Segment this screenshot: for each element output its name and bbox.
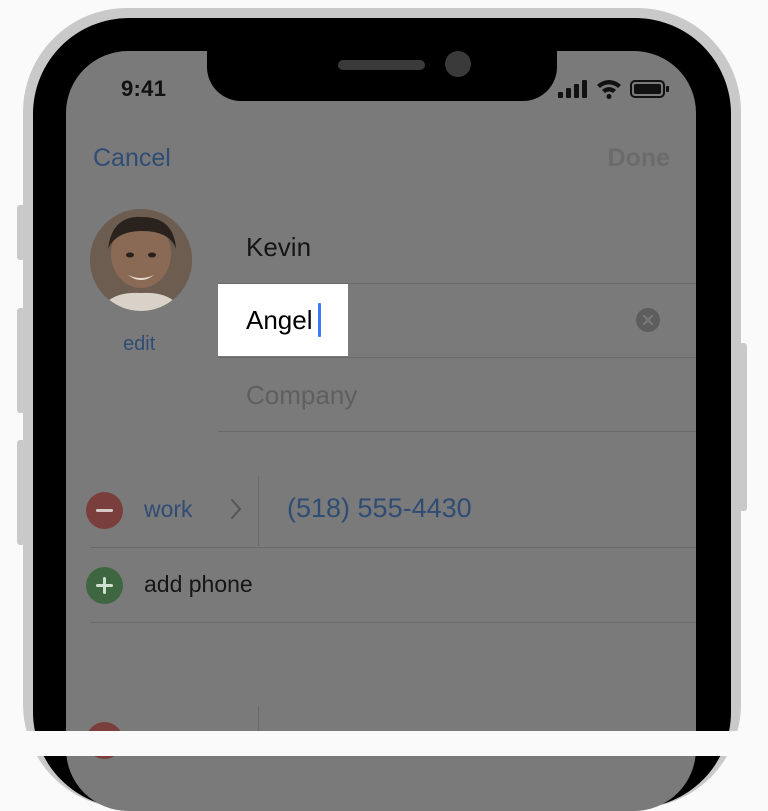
edit-photo-link[interactable]: edit	[123, 333, 155, 356]
add-phone-button[interactable]	[86, 567, 123, 604]
done-button[interactable]: Done	[608, 144, 671, 173]
wifi-icon	[597, 80, 621, 99]
status-icons	[558, 79, 670, 99]
minus-circle-icon	[96, 509, 113, 512]
first-name-field[interactable]: Kevin	[152, 210, 630, 284]
volume-up-button	[17, 308, 25, 413]
silent-switch	[17, 205, 25, 260]
battery-icon	[630, 80, 669, 98]
divider	[91, 622, 696, 623]
vertical-divider	[258, 476, 259, 546]
cancel-button[interactable]: Cancel	[93, 144, 171, 173]
text-cursor	[318, 303, 321, 337]
page-bottom	[0, 731, 768, 756]
volume-down-button	[17, 440, 25, 545]
add-phone-label[interactable]: add phone	[144, 571, 253, 598]
notch	[207, 51, 557, 101]
first-name-value: Kevin	[246, 232, 312, 262]
plus-circle-icon	[96, 577, 113, 594]
speaker-grille	[338, 60, 425, 70]
phone-label[interactable]: work	[144, 496, 193, 523]
last-name-field[interactable]: Angel	[218, 284, 348, 356]
clear-text-icon	[642, 314, 654, 326]
cellular-signal-icon	[558, 80, 587, 98]
last-name-value: Angel	[246, 305, 313, 335]
divider	[218, 431, 696, 432]
clear-text-button[interactable]	[636, 308, 660, 332]
status-time: 9:41	[121, 76, 167, 101]
front-camera	[445, 51, 471, 77]
divider	[91, 547, 696, 548]
phone-number-value[interactable]: (518) 555-4430	[287, 493, 472, 524]
power-button	[739, 343, 747, 511]
remove-phone-button[interactable]	[86, 492, 123, 529]
company-placeholder: Company	[246, 380, 358, 410]
company-field[interactable]: Company	[152, 358, 630, 432]
chevron-right-icon	[231, 499, 242, 519]
